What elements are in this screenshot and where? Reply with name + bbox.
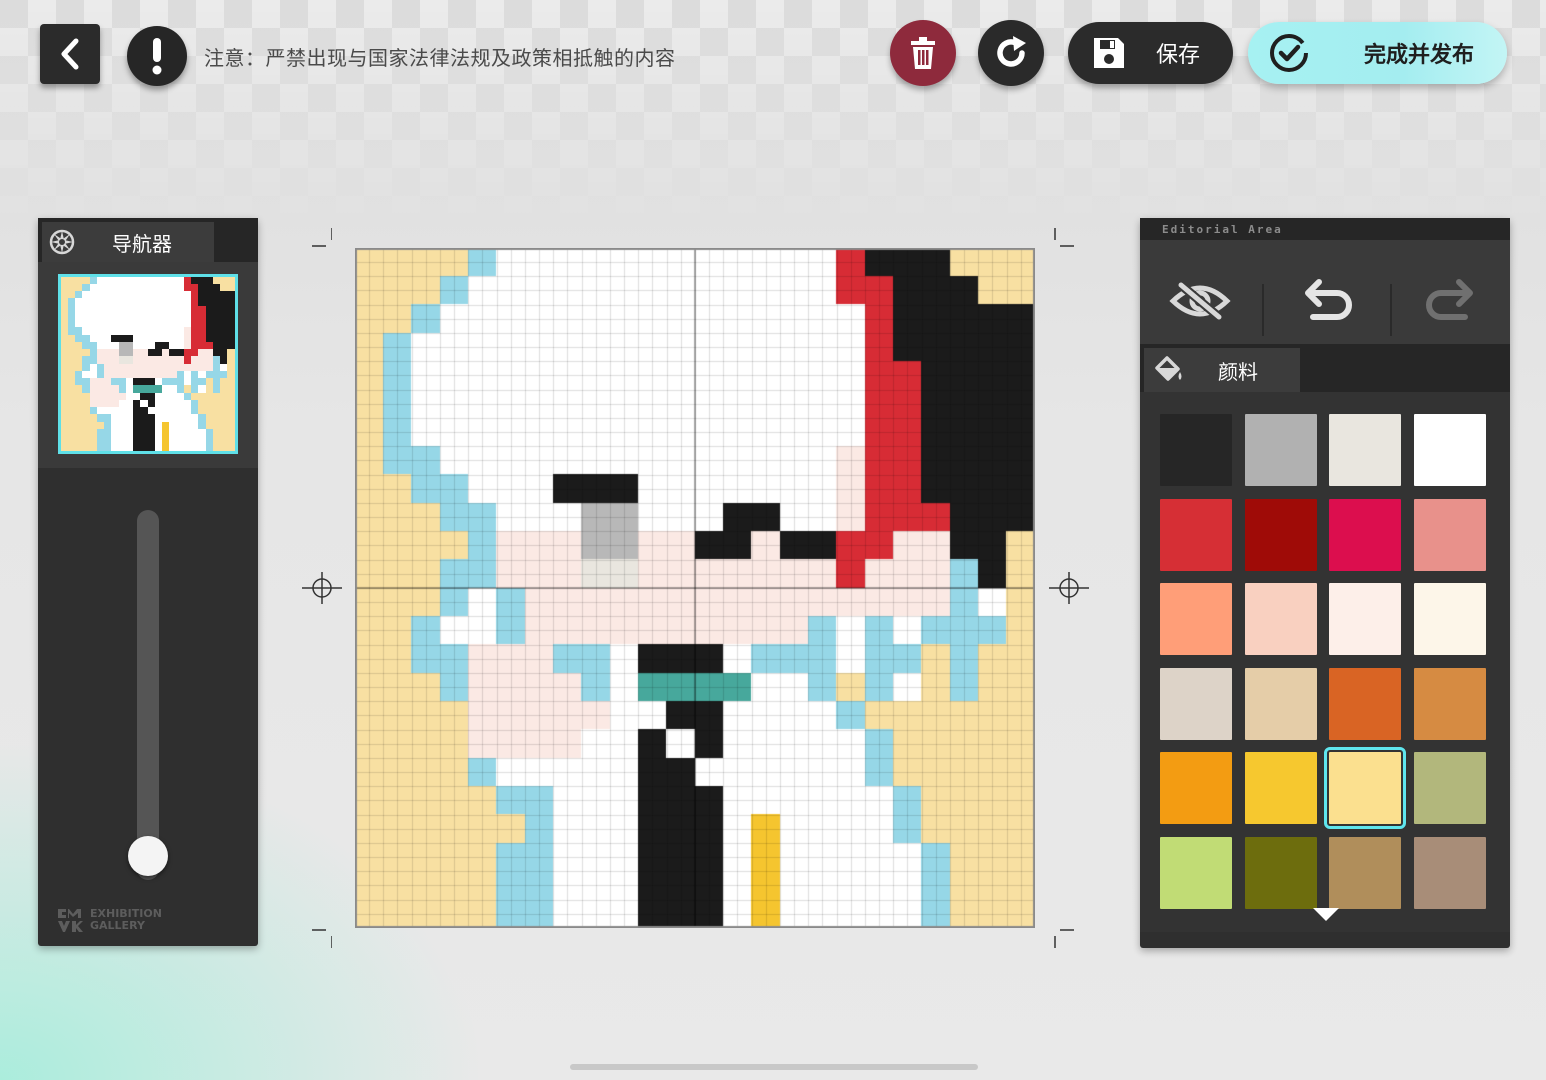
rotate-icon xyxy=(997,36,1026,67)
save-label: 保存 xyxy=(1156,43,1201,68)
scroll-down-icon[interactable] xyxy=(1313,908,1339,921)
floppy-disk-icon xyxy=(1094,38,1124,68)
pixel-art-canvas[interactable] xyxy=(355,248,1035,928)
back-button[interactable] xyxy=(40,24,100,84)
undo-icon xyxy=(1305,279,1352,320)
canvas-corner-mark xyxy=(312,929,332,948)
checkmark-circle-icon xyxy=(1270,34,1308,72)
toolbar-divider xyxy=(1390,284,1392,336)
color-swatch[interactable] xyxy=(1160,498,1232,571)
cmk-logo-icon xyxy=(58,909,83,932)
color-swatch[interactable] xyxy=(1160,583,1232,655)
publish-label: 完成并发布 xyxy=(1364,43,1475,68)
color-swatch-grid xyxy=(1140,392,1510,932)
compass-icon xyxy=(42,222,82,262)
toolbar-divider xyxy=(1262,284,1264,336)
eye-off-icon xyxy=(1169,281,1231,321)
color-swatch[interactable] xyxy=(1413,414,1486,486)
trash-icon xyxy=(911,37,935,69)
tab-pigment[interactable]: 颜料 xyxy=(1144,348,1300,392)
color-swatch[interactable] xyxy=(1160,836,1232,909)
save-button[interactable]: 保存 xyxy=(1068,22,1233,84)
navigator-preview-area xyxy=(38,262,258,468)
redo-button[interactable] xyxy=(1410,266,1490,336)
zoom-slider-handle[interactable] xyxy=(128,835,168,876)
gallery-logo-line2: GALLERY xyxy=(90,919,145,932)
redo-icon xyxy=(1426,279,1473,320)
exhibition-gallery-logo: EXHIBITION GALLERY xyxy=(54,906,162,934)
color-swatch[interactable] xyxy=(1329,583,1401,655)
paint-bucket-icon xyxy=(1155,356,1182,381)
exclamation-icon[interactable] xyxy=(127,26,187,86)
color-swatch[interactable] xyxy=(1413,583,1486,655)
color-swatch[interactable] xyxy=(1413,667,1486,740)
tab-navigator-label: 导航器 xyxy=(112,231,172,256)
color-swatch[interactable] xyxy=(1329,498,1401,571)
color-swatch[interactable] xyxy=(1160,752,1232,824)
color-swatch[interactable] xyxy=(1244,583,1317,655)
crosshair-icon[interactable] xyxy=(302,568,342,608)
policy-notice: 注意：严禁出现与国家法律法规及政策相抵触的内容 xyxy=(204,46,676,70)
color-swatch[interactable] xyxy=(1413,498,1486,571)
navigator-tabbar: 导航器 xyxy=(38,218,258,262)
pigment-tabbar: 颜料 xyxy=(1140,344,1510,392)
color-swatch[interactable] xyxy=(1329,667,1401,740)
color-swatch[interactable] xyxy=(1329,414,1401,486)
publish-button[interactable]: 完成并发布 xyxy=(1248,22,1507,84)
home-indicator xyxy=(570,1064,978,1070)
canvas-corner-mark xyxy=(1054,929,1074,948)
undo-button[interactable] xyxy=(1288,266,1368,336)
crosshair-icon[interactable] xyxy=(1049,568,1089,608)
color-swatch[interactable] xyxy=(1244,498,1317,571)
navigator-panel: 导航器 EXHIBITION GALLERY xyxy=(38,218,258,946)
color-swatch[interactable] xyxy=(1244,414,1317,486)
tab-pigment-label: 颜料 xyxy=(1218,359,1258,384)
color-swatch[interactable] xyxy=(1413,836,1486,909)
color-swatch[interactable] xyxy=(1324,747,1406,829)
color-swatch[interactable] xyxy=(1329,836,1401,909)
canvas-corner-mark xyxy=(1054,228,1074,247)
color-swatch[interactable] xyxy=(1244,836,1317,909)
artwork-thumbnail[interactable] xyxy=(58,274,238,454)
zoom-slider-track[interactable] xyxy=(137,510,159,880)
color-swatch[interactable] xyxy=(1160,414,1232,486)
editorial-panel: Editorial Area 颜料 xyxy=(1140,218,1510,948)
tab-navigator[interactable]: 导航器 xyxy=(42,222,214,262)
toggle-visibility-button[interactable] xyxy=(1160,266,1240,336)
chevron-left-icon xyxy=(61,38,79,70)
color-swatch[interactable] xyxy=(1160,667,1232,740)
editorial-area-title: Editorial Area xyxy=(1140,218,1510,240)
color-swatch[interactable] xyxy=(1244,752,1317,824)
color-swatch[interactable] xyxy=(1244,667,1317,740)
color-swatch[interactable] xyxy=(1413,752,1486,824)
canvas-corner-mark xyxy=(312,228,332,247)
redo-rotate-button[interactable] xyxy=(978,20,1044,86)
editor-toolbar xyxy=(1140,240,1510,360)
gallery-logo-text: EXHIBITION GALLERY xyxy=(90,908,162,932)
delete-button[interactable] xyxy=(890,20,956,86)
